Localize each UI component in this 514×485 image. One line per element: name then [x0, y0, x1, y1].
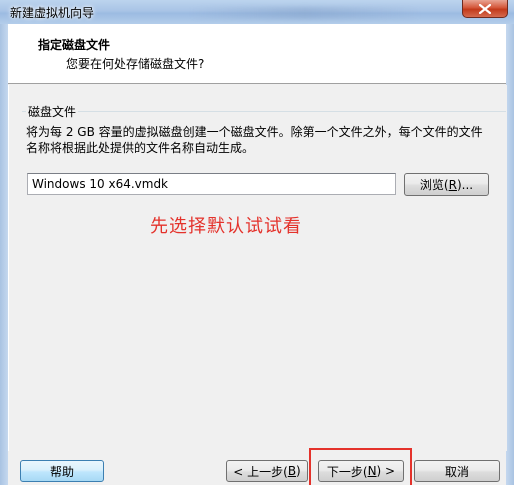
wizard-header: 指定磁盘文件 您要在何处存储磁盘文件?: [8, 24, 506, 84]
page-title: 指定磁盘文件: [38, 38, 111, 52]
window-frame-right: [506, 24, 514, 485]
back-label-pre: < 上一步(: [233, 464, 288, 479]
description-line-2: 名称将根据此处提供的文件名称自动生成。: [26, 141, 255, 155]
back-hotkey: B: [287, 464, 297, 478]
window-frame-left: [0, 24, 8, 485]
close-icon: [479, 3, 491, 14]
annotation-note: 先选择默认试试看: [150, 216, 302, 237]
browse-label-post: )...: [456, 177, 474, 192]
disk-file-name-input[interactable]: [27, 173, 396, 195]
new-vm-wizard-window: 新建虚拟机向导 指定磁盘文件 您要在何处存储磁盘文件? 磁盘文件 将为每 2 G…: [0, 0, 514, 485]
page-subtitle: 您要在何处存储磁盘文件?: [66, 57, 205, 71]
browse-label-pre: 浏览(: [419, 178, 449, 192]
next-button-highlight-box: [309, 448, 412, 485]
disk-file-description: 将为每 2 GB 容量的虚拟磁盘创建一个磁盘文件。除第一个文件之外，每个文件的文…: [26, 124, 502, 156]
close-button[interactable]: [462, 0, 508, 18]
footer-separator: [8, 452, 506, 453]
browse-button[interactable]: 浏览(R)...: [404, 173, 489, 196]
disk-file-group-label: 磁盘文件: [26, 103, 79, 120]
cancel-button[interactable]: 取消: [414, 460, 500, 482]
title-bar[interactable]: 新建虚拟机向导: [0, 0, 514, 24]
title-bar-blur: [190, 7, 420, 19]
description-line-1: 将为每 2 GB 容量的虚拟磁盘创建一个磁盘文件。除第一个文件之外，每个文件的文…: [26, 125, 483, 139]
back-button[interactable]: < 上一步(B): [226, 460, 308, 482]
window-title: 新建虚拟机向导: [10, 6, 95, 20]
help-button[interactable]: 帮助: [20, 460, 104, 482]
browse-hotkey: R: [448, 177, 457, 192]
back-label-post: ): [296, 464, 301, 478]
